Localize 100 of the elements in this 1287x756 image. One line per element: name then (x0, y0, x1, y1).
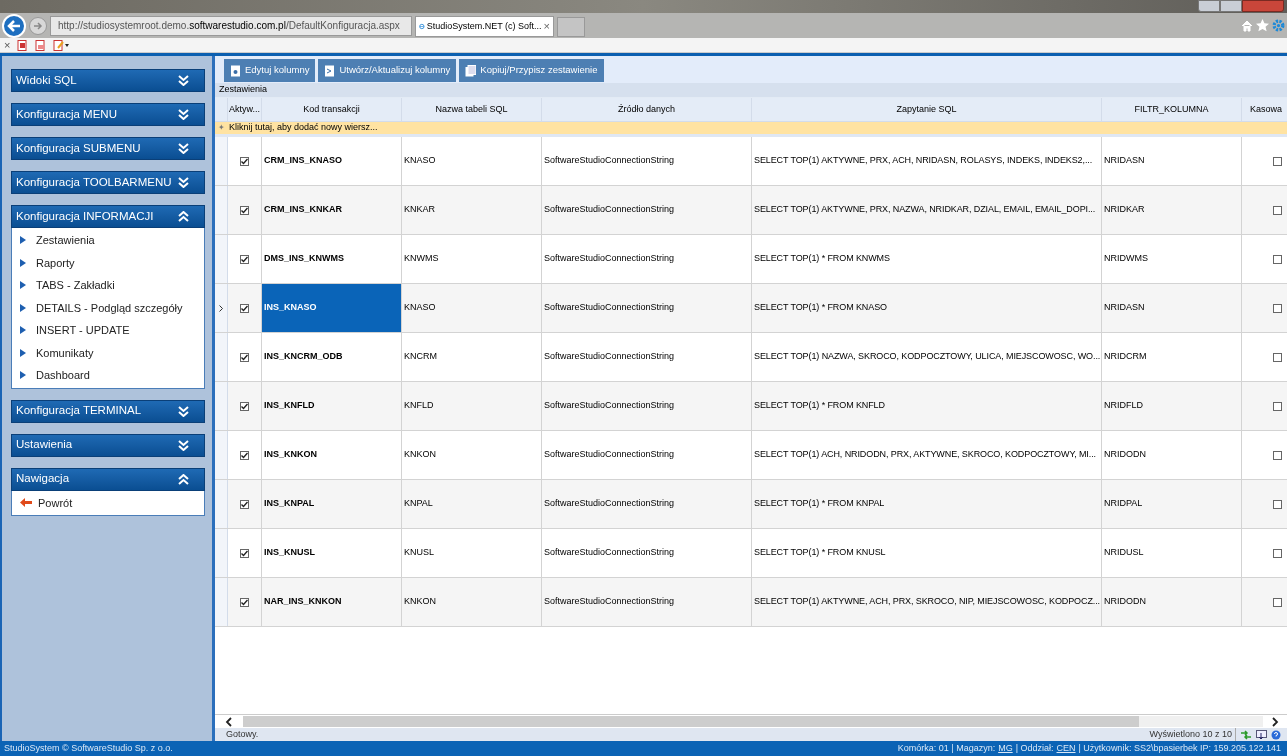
table-cell: INS_KNKON (262, 431, 402, 479)
column-header[interactable]: Aktyw... (228, 98, 262, 121)
column-header[interactable]: FILTR_KOLUMNA (1102, 98, 1242, 121)
panel-header[interactable]: Nawigacja (11, 467, 205, 491)
bullet-icon (20, 348, 26, 357)
checkbox[interactable] (1273, 156, 1282, 166)
table-row[interactable]: DMS_INS_KNWMS KNWMS SoftwareStudioConnectionString SELECT TOP(1) * FROM KNWMS NRIDWMS (215, 235, 1287, 284)
checkbox[interactable] (1273, 205, 1282, 215)
sidebar-item[interactable]: Dashboard (12, 364, 204, 387)
sidebar-item[interactable]: DETAILS - Podgląd szczegóły (12, 296, 204, 319)
browser-tab[interactable]: StudioSystem.NET (c) Soft... × (415, 16, 554, 37)
toolbar-button[interactable]: Utwórz/Aktualizuj kolumny (318, 59, 457, 82)
sidebar-item[interactable]: Powrót (12, 491, 204, 514)
column-header[interactable]: Zapytanie SQL (752, 98, 1102, 121)
table-cell: KNKON (402, 578, 542, 626)
table-cell: KNFLD (402, 382, 542, 430)
document-icon[interactable] (35, 39, 47, 51)
expand-icon[interactable] (178, 177, 189, 188)
left-arrow-icon (20, 498, 32, 508)
column-header[interactable]: Kasowa (1250, 102, 1283, 117)
checkbox[interactable] (1273, 499, 1282, 509)
column-header[interactable]: Źródło danych (542, 98, 752, 121)
expand-icon[interactable] (178, 439, 189, 451)
table-cell: KNKAR (402, 186, 542, 234)
table-row[interactable]: CRM_INS_KNKAR KNKAR SoftwareStudioConnectionString SELECT TOP(1) AKTYWNE, PRX, NAZWA, NRIDKAR, DZIAL, EMAIL, EMAIL_DOPI... NRIDKAR (215, 186, 1287, 235)
checkbox[interactable] (1273, 303, 1282, 313)
checkbox[interactable] (240, 205, 249, 215)
table-cell: SELECT TOP(1) * FROM KNFLD (752, 382, 1102, 430)
checkbox[interactable] (240, 499, 249, 509)
sidebar-item[interactable]: Raporty (12, 251, 204, 274)
sidebar-item[interactable]: TABS - Zakładki (12, 274, 204, 297)
panel-header[interactable]: Konfiguracja INFORMACJI (11, 205, 205, 228)
table-cell: DMS_INS_KNWMS (262, 235, 402, 283)
checkbox[interactable] (240, 401, 249, 411)
minimize-button[interactable] (1198, 0, 1220, 12)
table-cell: SoftwareStudioConnectionString (542, 431, 752, 479)
sidebar-item[interactable]: Zestawienia (12, 229, 204, 252)
sidebar-item[interactable]: Komunikaty (12, 341, 204, 364)
horizontal-scrollbar-thumb[interactable] (243, 716, 1139, 727)
stop-button[interactable]: × (4, 39, 11, 51)
checkbox[interactable] (1273, 254, 1282, 264)
scroll-right-icon[interactable] (1271, 716, 1279, 727)
table-cell: INS_KNASO (262, 284, 402, 332)
scroll-left-icon[interactable] (225, 716, 233, 727)
restore-button[interactable] (1220, 0, 1242, 12)
checkbox[interactable] (240, 254, 249, 264)
checkbox[interactable] (1273, 450, 1282, 460)
checkbox[interactable] (240, 450, 249, 460)
table-row[interactable]: CRM_INS_KNASO KNASO SoftwareStudioConnectionString SELECT TOP(1) AKTYWNE, PRX, ACH, NRIDASN, ROLASYS, INDEKS, INDEKS2,... NRIDASN (215, 137, 1287, 186)
checkbox[interactable] (1273, 597, 1282, 607)
sidebar-item[interactable]: INSERT - UPDATE (12, 319, 204, 342)
collapse-icon[interactable] (178, 211, 189, 222)
document-icon (230, 64, 241, 77)
checkbox[interactable] (1273, 548, 1282, 558)
table-cell: INS_KNUSL (262, 529, 402, 577)
panel-header[interactable]: Konfiguracja MENU (11, 103, 205, 126)
table-row[interactable]: INS_KNCRM_ODB KNCRM SoftwareStudioConnectionString SELECT TOP(1) NAZWA, SKROCO, KODPOCZTOWY, ULICA, MIEJSCOWOSC, WO... NRIDCRM (215, 333, 1287, 382)
toolbar-button[interactable]: Edytuj kolumny (224, 59, 316, 82)
checkbox[interactable] (240, 597, 249, 607)
expand-icon[interactable] (178, 75, 189, 86)
help-icon[interactable] (1271, 729, 1281, 740)
expand-icon[interactable] (178, 143, 189, 154)
checkbox[interactable] (1273, 352, 1282, 362)
checkbox[interactable] (240, 352, 249, 362)
table-cell: CRM_INS_KNASO (262, 137, 402, 185)
column-header[interactable]: Kod transakcji (262, 98, 402, 121)
expand-icon[interactable] (178, 405, 189, 417)
panel-header[interactable]: Ustawienia (11, 433, 205, 457)
checkbox[interactable] (240, 303, 249, 313)
expand-icon[interactable] (178, 109, 189, 120)
table-row[interactable]: INS_KNPAL KNPAL SoftwareStudioConnectionString SELECT TOP(1) * FROM KNPAL NRIDPAL (215, 480, 1287, 529)
panel-header[interactable]: Konfiguracja TERMINAL (11, 399, 205, 423)
export-icon[interactable] (1256, 729, 1267, 740)
panel-header[interactable]: Konfiguracja TOOLBARMENU (11, 171, 205, 194)
table-row[interactable]: NAR_INS_KNKON KNKON SoftwareStudioConnectionString SELECT TOP(1) AKTYWNE, ACH, PRX, SKROCO, NIP, MIEJSCOWOSC, KODPOCZ... NRIDODN (215, 578, 1287, 627)
tab-close[interactable]: × (543, 21, 550, 32)
checkbox[interactable] (240, 156, 249, 166)
collapse-icon[interactable] (178, 473, 189, 485)
document-icon[interactable] (17, 39, 29, 51)
edit-document-icon[interactable] (53, 39, 70, 51)
table-row[interactable]: INS_KNASO KNASO SoftwareStudioConnectionString SELECT TOP(1) * FROM KNASO NRIDASN (215, 284, 1287, 333)
checkbox[interactable] (1273, 401, 1282, 411)
toolbar-button[interactable]: Kopiuj/Przypisz zestawienie (459, 59, 604, 82)
table-row[interactable]: INS_KNFLD KNFLD SoftwareStudioConnectionString SELECT TOP(1) * FROM KNFLD NRIDFLD (215, 382, 1287, 431)
table-cell: SELECT TOP(1) NAZWA, SKROCO, KODPOCZTOWY, ULICA, MIEJSCOWOSC, WO... (752, 333, 1102, 381)
star-icon[interactable] (1256, 19, 1269, 32)
table-cell: NRIDODN (1102, 578, 1242, 626)
add-row[interactable]: ✦ Kliknij tutaj, aby dodać nowy wiersz... (215, 122, 1287, 137)
checkbox[interactable] (240, 548, 249, 558)
column-header[interactable]: Nazwa tabeli SQL (402, 98, 542, 121)
panel-header[interactable]: Konfiguracja SUBMENU (11, 137, 205, 160)
table-row[interactable]: INS_KNKON KNKON SoftwareStudioConnectionString SELECT TOP(1) ACH, NRIDODN, PRX, AKTYWNE, SKROCO, KODPOCZTOWY, MI... NRIDODN (215, 431, 1287, 480)
copyright-text: StudioSystem © SoftwareStudio Sp. z o.o. (4, 741, 173, 755)
table-row[interactable]: INS_KNUSL KNUSL SoftwareStudioConnectionString SELECT TOP(1) * FROM KNUSL NRIDUSL (215, 529, 1287, 578)
footer-link[interactable]: CEN (1056, 741, 1076, 756)
panel-header[interactable]: Widoki SQL (11, 69, 205, 92)
footer-link[interactable]: MG (998, 741, 1013, 756)
address-bar[interactable]: http://studiosystemroot.demo.softwarestudio.com.pl/DefaultKonfiguracja.aspx (50, 15, 412, 36)
back-button[interactable] (2, 13, 26, 38)
refresh-icon[interactable] (1240, 729, 1252, 740)
